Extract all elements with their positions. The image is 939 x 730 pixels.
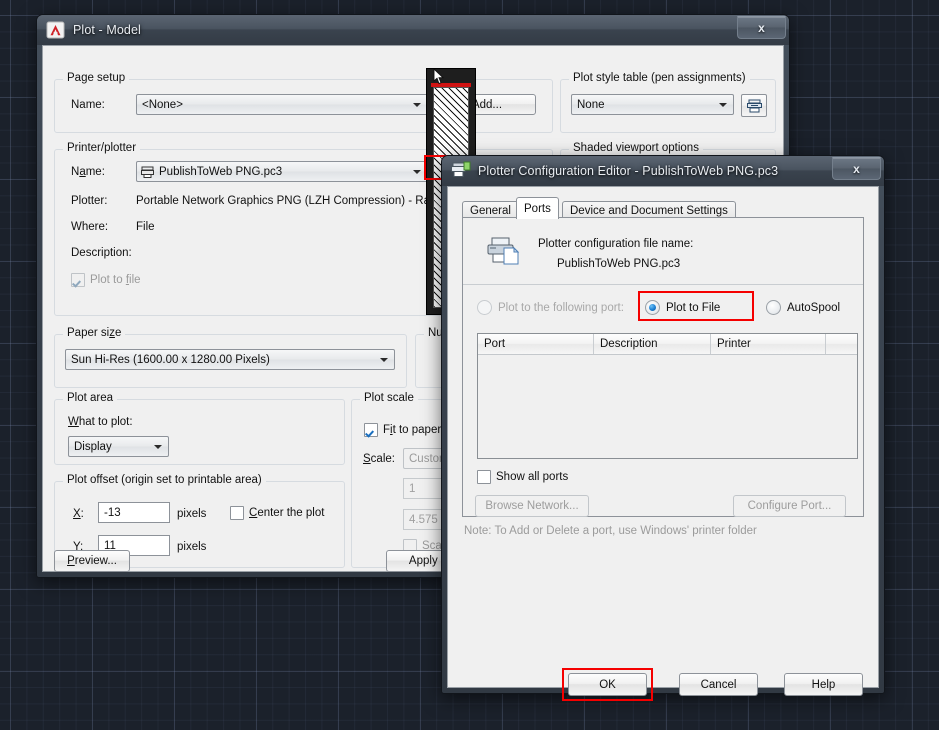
preview-button[interactable]: Preview...	[54, 550, 130, 572]
plot-offset-legend: Plot offset (origin set to printable are…	[63, 474, 266, 486]
offset-x-label: X:	[73, 508, 84, 520]
radio-dot	[645, 300, 660, 315]
description-column-header[interactable]: Description	[594, 334, 711, 354]
paper-size-value: Sun Hi-Res (1600.00 x 1280.00 Pixels)	[71, 353, 270, 366]
where-value: File	[136, 221, 155, 233]
page-setup-name-combo[interactable]: <None>	[136, 94, 428, 115]
config-file-caption: Plotter configuration file name:	[538, 238, 694, 250]
paper-size-group: Paper size Sun Hi-Res (1600.00 x 1280.00…	[54, 327, 407, 388]
radio-plot-to-file-label: Plot to File	[666, 301, 721, 314]
printer-name-value: PublishToWeb PNG.pc3	[159, 165, 283, 178]
plot-to-file-label: Plot to file	[90, 274, 141, 286]
pen-assignment-glyph	[746, 99, 762, 112]
autocad-a-icon	[46, 20, 66, 40]
ok-button[interactable]: OK	[568, 673, 647, 696]
radio-plot-to-file[interactable]: Plot to File	[645, 300, 720, 315]
help-button[interactable]: Help	[784, 673, 863, 696]
fit-to-paper-label: Fit to paper	[383, 424, 442, 436]
plot-area-group: Plot area What to plot: Display	[54, 392, 345, 465]
center-the-plot-checkbox[interactable]: Center the plot	[230, 506, 324, 520]
plotter-config-icon	[451, 161, 471, 181]
chevron-down-icon	[154, 444, 162, 449]
port-table-header: Port Description Printer	[478, 334, 857, 355]
page-setup-name-value: <None>	[142, 98, 183, 111]
paper-size-combo[interactable]: Sun Hi-Res (1600.00 x 1280.00 Pixels)	[65, 349, 395, 370]
browse-network-button[interactable]: Browse Network...	[475, 495, 589, 517]
pce-tabstrip[interactable]: General Ports Device and Document Settin…	[462, 197, 864, 219]
page-setup-legend: Page setup	[63, 72, 130, 84]
printer-plotter-legend: Printer/plotter	[63, 142, 141, 154]
plotter-label: Plotter:	[71, 195, 108, 207]
plot-style-table-editor-icon[interactable]	[741, 94, 767, 117]
plot-area-legend: Plot area	[63, 392, 118, 404]
center-the-plot-label: Center the plot	[249, 507, 325, 519]
plot-model-title: Plot - Model	[73, 23, 141, 37]
radio-dot	[477, 300, 492, 315]
plotter-device-icon	[141, 166, 154, 178]
plot-model-titlebar[interactable]: Plot - Model x	[37, 15, 789, 45]
paper-size-legend: Paper size	[63, 327, 126, 339]
offset-x-input[interactable]: -13	[98, 502, 170, 523]
printer-document-icon	[487, 236, 521, 266]
radio-autospool-label: AutoSpool	[787, 301, 841, 314]
what-to-plot-label: What to plot:	[68, 416, 133, 428]
plot-style-table-group: Plot style table (pen assignments) None	[560, 72, 776, 133]
configure-port-button[interactable]: Configure Port...	[733, 495, 846, 517]
tab-ports[interactable]: Ports	[516, 197, 559, 219]
mouse-cursor-icon	[433, 69, 445, 85]
offset-x-value: -13	[104, 506, 121, 519]
scale-denominator-value: 4.575	[409, 513, 438, 526]
preview-button-label: Preview...	[67, 555, 117, 567]
chevron-down-icon	[413, 102, 421, 107]
spacer-column-header	[826, 334, 857, 354]
fit-to-paper-checkbox[interactable]: Fit to paper	[364, 423, 441, 437]
plot-style-table-combo[interactable]: None	[571, 94, 734, 115]
checkbox-box	[230, 506, 244, 520]
what-to-plot-combo[interactable]: Display	[68, 436, 169, 457]
plot-style-table-legend: Plot style table (pen assignments)	[569, 72, 750, 84]
close-icon[interactable]: x	[832, 157, 881, 180]
ports-tab-panel: Plotter configuration file name: Publish…	[462, 217, 864, 517]
printer-column-header[interactable]: Printer	[711, 334, 826, 354]
separator	[463, 284, 863, 285]
plot-scale-legend: Plot scale	[360, 392, 418, 404]
what-to-plot-value: Display	[74, 440, 112, 453]
pce-title: Plotter Configuration Editor - PublishTo…	[478, 164, 779, 178]
radio-plot-to-following-port-label: Plot to the following port:	[498, 301, 624, 314]
show-all-ports-checkbox[interactable]: Show all ports	[477, 470, 568, 484]
ports-note: Note: To Add or Delete a port, use Windo…	[464, 525, 757, 537]
page-setup-name-label: Name:	[71, 99, 105, 111]
radio-autospool[interactable]: AutoSpool	[766, 300, 840, 315]
plot-style-table-value: None	[577, 98, 605, 111]
pce-body: General Ports Device and Document Settin…	[447, 186, 879, 701]
port-table[interactable]: Port Description Printer	[477, 333, 858, 459]
checkbox-box	[364, 423, 378, 437]
printer-name-combo[interactable]: PublishToWeb PNG.pc3	[136, 161, 428, 182]
port-column-header[interactable]: Port	[478, 334, 594, 354]
chevron-down-icon	[719, 102, 727, 107]
pce-titlebar[interactable]: Plotter Configuration Editor - PublishTo…	[442, 156, 884, 186]
offset-y-units: pixels	[177, 541, 207, 553]
printer-name-label: Name:	[71, 166, 105, 178]
radio-dot	[766, 300, 781, 315]
where-label: Where:	[71, 221, 109, 233]
plotter-config-editor-window[interactable]: Plotter Configuration Editor - PublishTo…	[441, 155, 885, 701]
description-label: Description:	[71, 247, 132, 259]
chevron-down-icon	[413, 169, 421, 174]
checkbox-box	[477, 470, 491, 484]
plot-to-file-checkbox[interactable]: Plot to file	[71, 273, 141, 287]
chevron-down-icon	[380, 357, 388, 362]
plotter-value: Portable Network Graphics PNG (LZH Compr…	[136, 195, 440, 207]
scale-numerator-value: 1	[409, 482, 416, 495]
shaded-viewport-legend: Shaded viewport options	[569, 142, 703, 154]
close-icon[interactable]: x	[737, 16, 786, 39]
page-setup-group: Page setup Name: <None> Add...	[54, 72, 553, 133]
config-file-name: PublishToWeb PNG.pc3	[557, 258, 681, 270]
show-all-ports-label: Show all ports	[496, 471, 569, 483]
cancel-button[interactable]: Cancel	[679, 673, 758, 696]
scale-label: Scale:	[363, 453, 395, 465]
offset-x-units: pixels	[177, 508, 207, 520]
checkbox-box	[71, 273, 85, 287]
radio-plot-to-following-port[interactable]: Plot to the following port:	[477, 300, 624, 315]
